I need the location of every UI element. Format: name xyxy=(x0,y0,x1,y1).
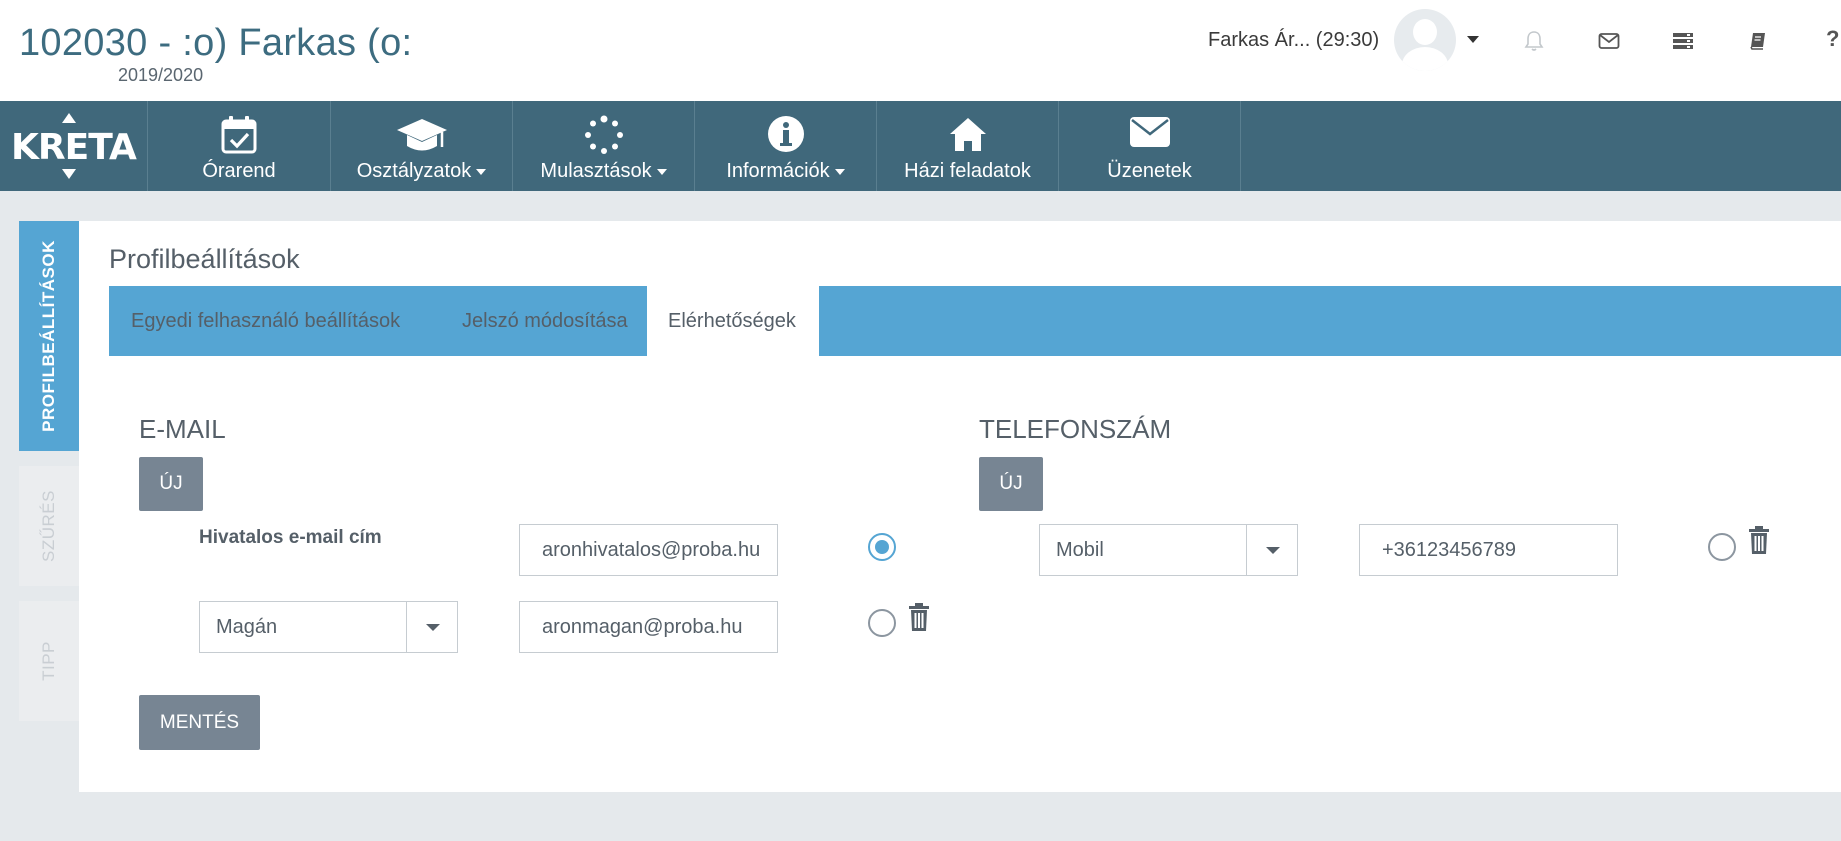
nav-label-text: Osztályzatok xyxy=(356,160,472,182)
nav-label: Üzenetek xyxy=(1107,160,1192,182)
help-icon[interactable]: ? xyxy=(1826,26,1839,52)
nav-item-orarend[interactable]: Órarend xyxy=(148,101,331,191)
settings-tabs: Egyedi felhasználó beállítások Jelszó mó… xyxy=(109,286,1841,356)
email-heading: E-MAIL xyxy=(139,414,226,444)
chevron-down-icon[interactable] xyxy=(1467,36,1479,43)
chevron-down-icon xyxy=(476,168,487,175)
official-email-primary-radio[interactable] xyxy=(868,533,896,561)
panel-title: Profilbeállítások xyxy=(109,244,300,274)
private-email-field[interactable]: aronmagan@proba.hu xyxy=(519,601,778,653)
side-tab-profile[interactable]: PROFILBEÁLLÍTÁSOK xyxy=(19,221,79,451)
nav-item-uzenetek[interactable]: Üzenetek xyxy=(1059,101,1241,191)
select-value: Magán xyxy=(216,616,278,638)
nav-label: Órarend xyxy=(202,160,276,182)
phone-primary-radio[interactable] xyxy=(1708,533,1736,561)
home-icon xyxy=(877,115,1058,155)
phone-type-select[interactable]: Mobil xyxy=(1039,524,1298,576)
avatar[interactable] xyxy=(1394,9,1456,71)
nav-label: Házi feladatok xyxy=(904,160,1031,182)
private-email-type-select[interactable]: Magán xyxy=(199,601,458,653)
user-name[interactable]: Farkas Ár... (29:30) xyxy=(1208,29,1379,52)
official-email-field[interactable]: aronhivatalos@proba.hu xyxy=(519,524,778,576)
chevron-down-icon xyxy=(656,168,667,175)
kreta-logo[interactable]: KRETA xyxy=(0,101,148,191)
tab-contacts[interactable]: Elérhetőségek xyxy=(647,286,819,356)
envelope-icon[interactable] xyxy=(1596,28,1622,54)
nav-label: Információk xyxy=(695,160,876,183)
select-toggle[interactable] xyxy=(1246,525,1297,575)
nav-label: Osztályzatok xyxy=(331,160,512,183)
nav-item-osztalyzatok[interactable]: Osztályzatok xyxy=(331,101,513,191)
side-tab-label: TIPP xyxy=(39,641,58,681)
save-button[interactable]: MENTÉS xyxy=(139,695,260,750)
calendar-check-icon xyxy=(148,115,330,155)
tab-user-settings[interactable]: Egyedi felhasználó beállítások xyxy=(109,286,440,356)
page-title: 102030 - :o) Farkas (o: xyxy=(19,22,413,64)
chevron-down-icon xyxy=(426,624,440,631)
server-icon[interactable] xyxy=(1670,28,1696,54)
phone-number-field[interactable]: +36123456789 xyxy=(1359,524,1618,576)
select-toggle[interactable] xyxy=(406,602,457,652)
phone-heading: TELEFONSZÁM xyxy=(979,414,1172,444)
main-panel: Profilbeállítások Egyedi felhasználó beá… xyxy=(79,221,1841,792)
select-value: Mobil xyxy=(1056,539,1104,561)
envelope-icon xyxy=(1059,115,1240,155)
nav-label-text: Információk xyxy=(726,160,830,182)
logo-triangle-up xyxy=(62,113,76,123)
add-email-button[interactable]: ÚJ xyxy=(139,457,203,511)
official-email-label: Hivatalos e-mail cím xyxy=(199,527,382,548)
chevron-down-icon xyxy=(834,168,845,175)
add-phone-button[interactable]: ÚJ xyxy=(979,457,1043,511)
chevron-down-icon xyxy=(1266,547,1280,554)
spinner-icon xyxy=(513,115,694,155)
trash-icon[interactable] xyxy=(1747,525,1771,555)
side-tab-label: PROFILBEÁLLÍTÁSOK xyxy=(39,240,58,432)
bell-icon[interactable] xyxy=(1521,28,1547,54)
book-icon[interactable] xyxy=(1745,28,1771,54)
avatar-body xyxy=(1402,47,1448,71)
side-tab-label: SZŰRÉS xyxy=(39,490,58,562)
side-tab-tip[interactable]: TIPP xyxy=(19,601,79,721)
logo-triangle-down xyxy=(62,169,76,179)
nav-item-mulasztasok[interactable]: Mulasztások xyxy=(513,101,695,191)
private-email-primary-radio[interactable] xyxy=(868,609,896,637)
school-year: 2019/2020 xyxy=(118,65,204,85)
logo-text: KRETA xyxy=(11,127,137,168)
tab-password-change[interactable]: Jelszó módosítása xyxy=(440,286,647,356)
graduation-cap-icon xyxy=(331,115,512,155)
nav-label: Mulasztások xyxy=(513,160,694,183)
nav-item-informaciok[interactable]: Információk xyxy=(695,101,877,191)
avatar-head xyxy=(1413,19,1437,45)
trash-icon[interactable] xyxy=(907,602,931,632)
top-header: 102030 - :o) Farkas (o: 2019/2020 Farkas… xyxy=(0,0,1841,101)
nav-item-hazi-feladatok[interactable]: Házi feladatok xyxy=(877,101,1059,191)
info-circle-icon xyxy=(695,115,876,155)
side-tab-filter[interactable]: SZŰRÉS xyxy=(19,466,79,586)
main-navbar: KRETA Órarend Osztályzatok Mulasztások I… xyxy=(0,101,1841,191)
nav-label-text: Mulasztások xyxy=(540,160,652,182)
